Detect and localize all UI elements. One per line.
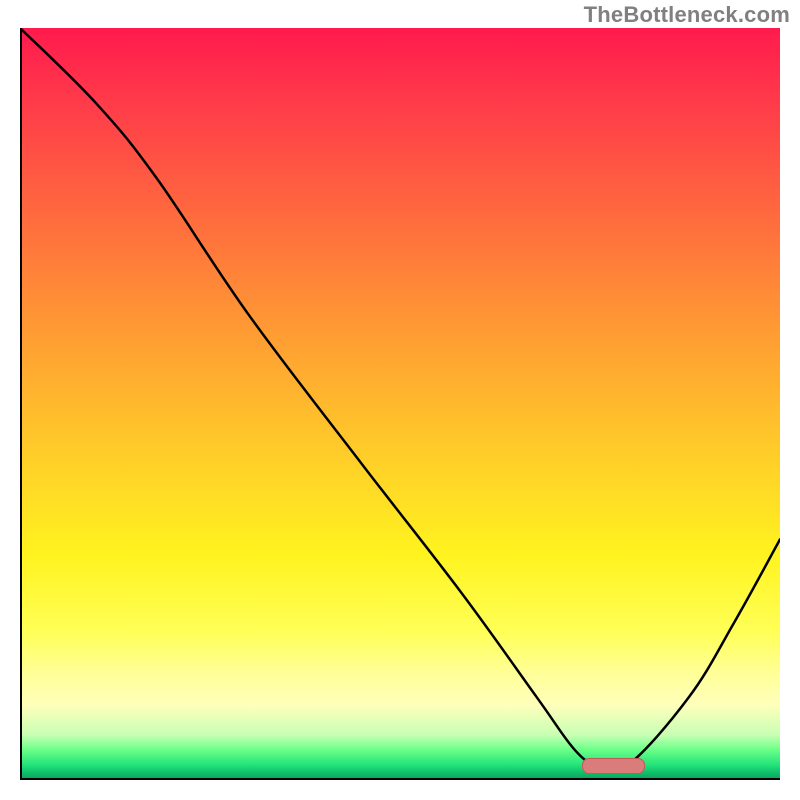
chart-container: TheBottleneck.com xyxy=(0,0,800,800)
y-axis-line xyxy=(20,28,22,780)
optimal-range-marker xyxy=(582,758,645,774)
x-axis-line xyxy=(20,778,780,780)
watermark-text: TheBottleneck.com xyxy=(584,2,790,28)
curve-svg xyxy=(20,28,780,780)
bottleneck-curve xyxy=(20,28,780,771)
gradient-plot-area xyxy=(20,28,780,780)
